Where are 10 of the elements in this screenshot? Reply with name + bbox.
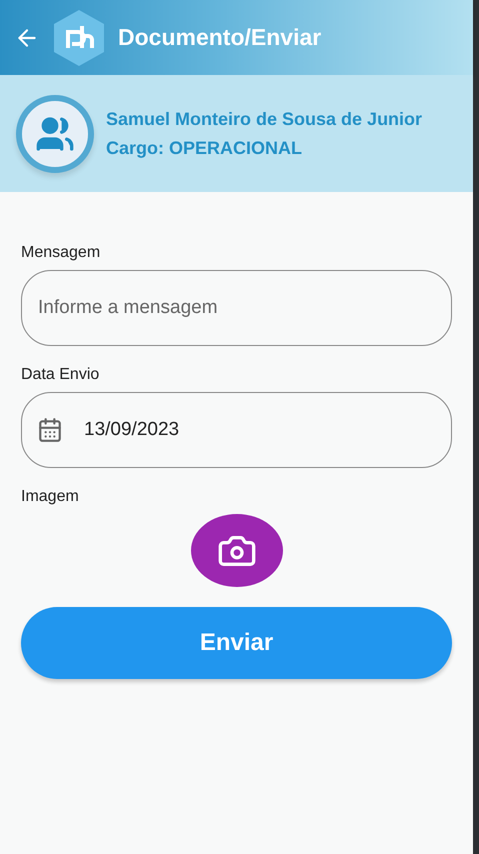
field-label: Imagem: [21, 488, 80, 506]
user-name: Samuel Monteiro de Sousa de Junior: [106, 108, 422, 130]
logo-icon: [54, 10, 104, 66]
user-role: Cargo: OPERACIONAL: [106, 138, 304, 158]
date-field[interactable]: 13/09/2023: [21, 392, 452, 468]
message-field[interactable]: Informe a mensagem: [21, 270, 452, 346]
field-label: Data Envio: [21, 366, 100, 384]
field-label: Mensagem: [21, 244, 102, 262]
screen-title: Documento/Enviar: [118, 24, 322, 51]
calendar-icon: [37, 417, 63, 443]
